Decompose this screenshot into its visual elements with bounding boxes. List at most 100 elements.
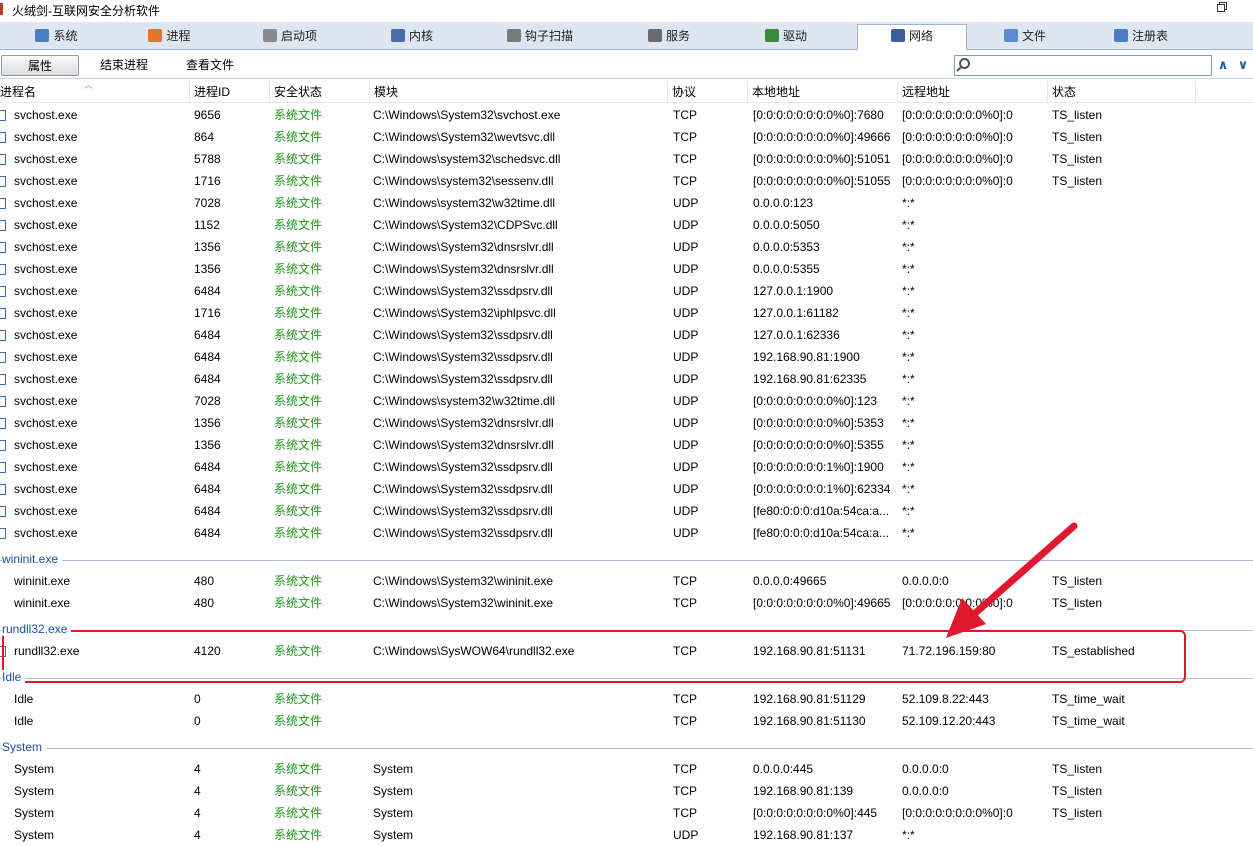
connection-state	[1052, 500, 1196, 522]
module-path: C:\Windows\System32\ssdpsrv.dll	[373, 526, 553, 540]
security-status: 系统文件	[274, 372, 323, 386]
column-header[interactable]: 模块	[370, 81, 668, 103]
remote-address: [0:0:0:0:0:0:0:0%0]:0	[902, 152, 1013, 166]
column-header[interactable]: 本地地址	[748, 81, 898, 103]
module-path	[373, 710, 667, 732]
table-row[interactable]: svchost.exe 9656 系统文件 C:\Windows\System32\s…	[0, 104, 1253, 126]
service-icon	[647, 29, 662, 42]
tab-3[interactable]: 启动项	[226, 25, 354, 50]
module-path: System	[373, 762, 414, 776]
process-name: System	[14, 762, 55, 776]
process-name: svchost.exe	[14, 372, 78, 386]
security-status: 系统文件	[274, 574, 323, 588]
group-divider	[0, 748, 1253, 749]
table-row[interactable]: svchost.exe 1356 系统文件 C:\Windows\System32\d…	[0, 258, 1253, 280]
table-row[interactable]: svchost.exe 6484 系统文件 C:\Windows\System32\s…	[0, 368, 1253, 390]
process-id: 7028	[194, 394, 221, 408]
column-header[interactable]: 安全状态	[270, 81, 370, 103]
table-row[interactable]: svchost.exe 7028 系统文件 C:\Windows\system32\w…	[0, 192, 1253, 214]
wrench-icon	[390, 29, 405, 42]
table-row[interactable]: svchost.exe 6484 系统文件 C:\Windows\System32\s…	[0, 280, 1253, 302]
table-row[interactable]: svchost.exe 6484 系统文件 C:\Windows\System32\s…	[0, 456, 1253, 478]
tab-label: 进程	[166, 29, 191, 43]
group-name: System	[2, 740, 47, 754]
table-row[interactable]: svchost.exe 1716 系统文件 C:\Windows\system32\s…	[0, 170, 1253, 192]
column-header[interactable]: 状态	[1048, 81, 1196, 103]
properties-button[interactable]: 属性	[1, 55, 79, 76]
table-row[interactable]: svchost.exe 1356 系统文件 C:\Windows\System32\d…	[0, 236, 1253, 258]
table-row[interactable]: svchost.exe 1152 系统文件 C:\Windows\System32\C…	[0, 214, 1253, 236]
table-row[interactable]: System 4 系统文件 System TCP [0:0:0:0:0:0:0:0%0]:…	[0, 802, 1253, 824]
protocol: TCP	[673, 806, 697, 820]
find-previous-button[interactable]: ∧	[1215, 57, 1231, 73]
tab-5[interactable]: 钩子扫描	[470, 25, 610, 50]
tab-7[interactable]: 驱动	[728, 25, 844, 50]
group-divider	[0, 560, 1253, 561]
registry-icon	[1113, 29, 1128, 42]
table-row[interactable]: svchost.exe 6484 系统文件 C:\Windows\System32\s…	[0, 522, 1253, 544]
protocol: UDP	[673, 262, 699, 276]
search-icon	[959, 58, 970, 69]
column-header[interactable]: 远程地址	[898, 81, 1048, 103]
process-id: 1716	[194, 306, 221, 320]
local-address: [0:0:0:0:0:0:0:0%0]:49666	[753, 130, 891, 144]
local-address: 192.168.90.81:51130	[753, 714, 866, 728]
security-status: 系统文件	[274, 784, 323, 798]
module-path: C:\Windows\System32\ssdpsrv.dll	[373, 328, 553, 342]
remote-address: [0:0:0:0:0:0:0:0%0]:0	[902, 806, 1013, 820]
security-status: 系统文件	[274, 394, 323, 408]
module-path: C:\Windows\System32\wininit.exe	[373, 596, 554, 610]
table-row[interactable]: svchost.exe 7028 系统文件 C:\Windows\system32\w…	[0, 390, 1253, 412]
table-row[interactable]: svchost.exe 6484 系统文件 C:\Windows\System32\s…	[0, 324, 1253, 346]
table-row[interactable]: wininit.exe 480 系统文件 C:\Windows\System32\wi…	[0, 592, 1253, 614]
connection-state: TS_listen	[1052, 108, 1103, 122]
module-path: C:\Windows\System32\ssdpsrv.dll	[373, 460, 553, 474]
restore-window-icon[interactable]	[1216, 1, 1230, 15]
local-address: [0:0:0:0:0:0:0:0%0]:51055	[753, 174, 891, 188]
column-header[interactable]: 协议	[668, 81, 748, 103]
process-name: svchost.exe	[14, 306, 78, 320]
local-address: [0:0:0:0:0:0:0:0%0]:445	[753, 806, 878, 820]
highlight-annotation-box	[2, 630, 1186, 683]
column-header[interactable]: 进程名	[0, 81, 190, 103]
process-icon	[0, 330, 6, 341]
tab-1[interactable]: 系统	[0, 25, 113, 50]
search-input[interactable]	[954, 55, 1212, 76]
view-file-button[interactable]: 查看文件	[176, 55, 244, 76]
table-row[interactable]: svchost.exe 5788 系统文件 C:\Windows\system32\s…	[0, 148, 1253, 170]
remote-address: *:*	[902, 438, 915, 452]
table-row[interactable]: svchost.exe 1716 系统文件 C:\Windows\System32\i…	[0, 302, 1253, 324]
process-name: svchost.exe	[14, 504, 78, 518]
protocol: UDP	[673, 284, 699, 298]
find-next-button[interactable]: ∨	[1235, 57, 1251, 73]
table-row[interactable]: svchost.exe 864 系统文件 C:\Windows\System32\we…	[0, 126, 1253, 148]
end-process-button[interactable]: 结束进程	[90, 55, 158, 76]
tab-9[interactable]: 文件	[967, 25, 1083, 50]
tab-4[interactable]: 内核	[354, 25, 470, 50]
group-header[interactable]: System	[0, 736, 1253, 758]
table-row[interactable]: wininit.exe 480 系统文件 C:\Windows\System32\wi…	[0, 570, 1253, 592]
table-row[interactable]: Idle 0 系统文件 TCP 192.168.90.81:51130 52.109.12…	[0, 710, 1253, 732]
security-status: 系统文件	[274, 762, 323, 776]
tab-2[interactable]: 进程	[113, 25, 226, 50]
table-row[interactable]: svchost.exe 6484 系统文件 C:\Windows\System32\s…	[0, 346, 1253, 368]
tab-6[interactable]: 服务	[610, 25, 728, 50]
group-header[interactable]: wininit.exe	[0, 548, 1253, 570]
table-row[interactable]: System 4 系统文件 System TCP 192.168.90.81:139 0.0…	[0, 780, 1253, 802]
tab-10[interactable]: 注册表	[1083, 25, 1199, 50]
table-row[interactable]: svchost.exe 6484 系统文件 C:\Windows\System32\s…	[0, 478, 1253, 500]
table-row[interactable]: System 4 系统文件 System TCP 0.0.0.0:445 0.0.0.0:0…	[0, 758, 1253, 780]
process-icon	[0, 440, 6, 451]
process-name: svchost.exe	[14, 130, 78, 144]
table-row[interactable]: svchost.exe 1356 系统文件 C:\Windows\System32\d…	[0, 412, 1253, 434]
process-icon	[0, 528, 6, 539]
local-address: [0:0:0:0:0:0:0:1%0]:62334	[753, 482, 891, 496]
process-name: svchost.exe	[14, 328, 78, 342]
local-address: [0:0:0:0:0:0:0:0%0]:5355	[753, 438, 884, 452]
tab-8[interactable]: 网络	[857, 24, 967, 50]
column-header[interactable]: 进程ID	[190, 81, 270, 103]
table-row[interactable]: Idle 0 系统文件 TCP 192.168.90.81:51129 52.109.8.…	[0, 688, 1253, 710]
table-row[interactable]: svchost.exe 1356 系统文件 C:\Windows\System32\d…	[0, 434, 1253, 456]
table-row[interactable]: svchost.exe 6484 系统文件 C:\Windows\System32\s…	[0, 500, 1253, 522]
module-path	[373, 688, 667, 710]
